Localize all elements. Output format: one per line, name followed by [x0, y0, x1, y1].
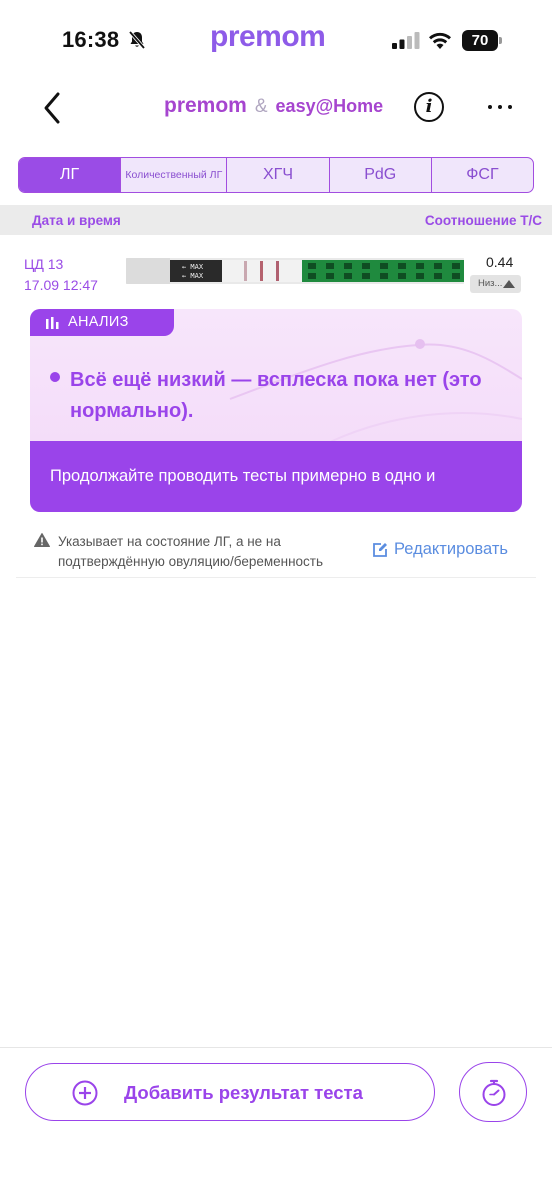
- bar-chart-icon: [46, 317, 59, 329]
- svg-text:← MAX: ← MAX: [182, 263, 204, 271]
- tab-fsh[interactable]: ФСГ: [430, 158, 533, 192]
- bell-slash-icon: [128, 30, 146, 50]
- result-datetime: 17.09 12:47: [24, 277, 98, 293]
- level-label: Низ...: [478, 278, 503, 289]
- header-tc-ratio: Соотношение Т/С: [424, 213, 542, 228]
- battery-tip: [499, 37, 502, 44]
- tc-ratio-value: 0.44: [486, 254, 514, 270]
- battery-level: 70: [462, 30, 498, 51]
- analysis-tag-label: АНАЛИЗ: [68, 314, 129, 330]
- tab-lh[interactable]: ЛГ: [19, 158, 121, 192]
- stopwatch-icon: [482, 1079, 506, 1106]
- analysis-footer-text: Продолжайте проводить тесты примерно в о…: [50, 467, 436, 485]
- app-logo: premom: [210, 20, 326, 53]
- svg-text:← MAX: ← MAX: [182, 272, 204, 280]
- test-type-tabs: ЛГ Количественный ЛГ ХГЧ PdG ФСГ: [18, 157, 534, 193]
- edit-button[interactable]: Редактировать: [372, 540, 508, 559]
- analysis-title: Всё ещё низкий — всплеска пока нет (это …: [70, 369, 482, 422]
- wifi-icon: [429, 32, 451, 49]
- brand-premom: premom: [164, 94, 247, 117]
- cellular-signal-icon: [392, 32, 420, 49]
- warning-icon: [34, 533, 50, 547]
- more-dots-icon[interactable]: [484, 96, 516, 116]
- divider: [16, 577, 536, 578]
- bullet-dot: [50, 372, 60, 382]
- table-header: Дата и время Соотношение Т/С: [0, 205, 552, 235]
- cycle-day: ЦД 13: [24, 256, 64, 272]
- add-test-result-button[interactable]: Добавить результат теста: [25, 1063, 435, 1121]
- add-test-result-label: Добавить результат теста: [124, 1082, 363, 1103]
- chevron-left-icon[interactable]: [36, 88, 68, 128]
- plus-circle-icon: [72, 1080, 98, 1106]
- status-time: 16:38: [62, 27, 120, 52]
- brand-amp: &: [254, 96, 268, 117]
- test-result-row[interactable]: ЦД 13 17.09 12:47 ← MAX ← MAX 0.44 Низ..…: [0, 248, 552, 298]
- brand-easy-home: easy@Home: [275, 96, 384, 116]
- bottom-divider: [0, 1047, 552, 1048]
- timer-button[interactable]: [459, 1062, 527, 1122]
- analysis-footer: Продолжайте проводить тесты примерно в о…: [30, 441, 522, 512]
- tab-hcg[interactable]: ХГЧ: [226, 158, 328, 192]
- analysis-tag: АНАЛИЗ: [30, 309, 174, 336]
- analysis-card: АНАЛИЗ Всё ещё низкий — всплеска пока не…: [30, 309, 522, 512]
- disclaimer-text: Указывает на состояние ЛГ, а не на подтв…: [58, 534, 324, 569]
- status-bar: 16:38 premom 70: [0, 0, 552, 78]
- edit-icon: [373, 542, 387, 557]
- nav-bar: premom & easy@Home i: [0, 80, 552, 136]
- tab-pdg[interactable]: PdG: [328, 158, 431, 192]
- battery-icon: 70: [462, 30, 502, 51]
- triangle-up-icon: [503, 280, 515, 288]
- level-badge[interactable]: Низ...: [470, 275, 521, 293]
- brand-logos: premom & easy@Home: [164, 94, 383, 124]
- info-icon[interactable]: i: [414, 92, 444, 122]
- edit-label: Редактировать: [394, 540, 508, 558]
- tab-quantitative-lh[interactable]: Количественный ЛГ: [120, 158, 226, 192]
- header-date-time: Дата и время: [32, 213, 121, 228]
- test-strip-image[interactable]: ← MAX ← MAX: [126, 258, 464, 284]
